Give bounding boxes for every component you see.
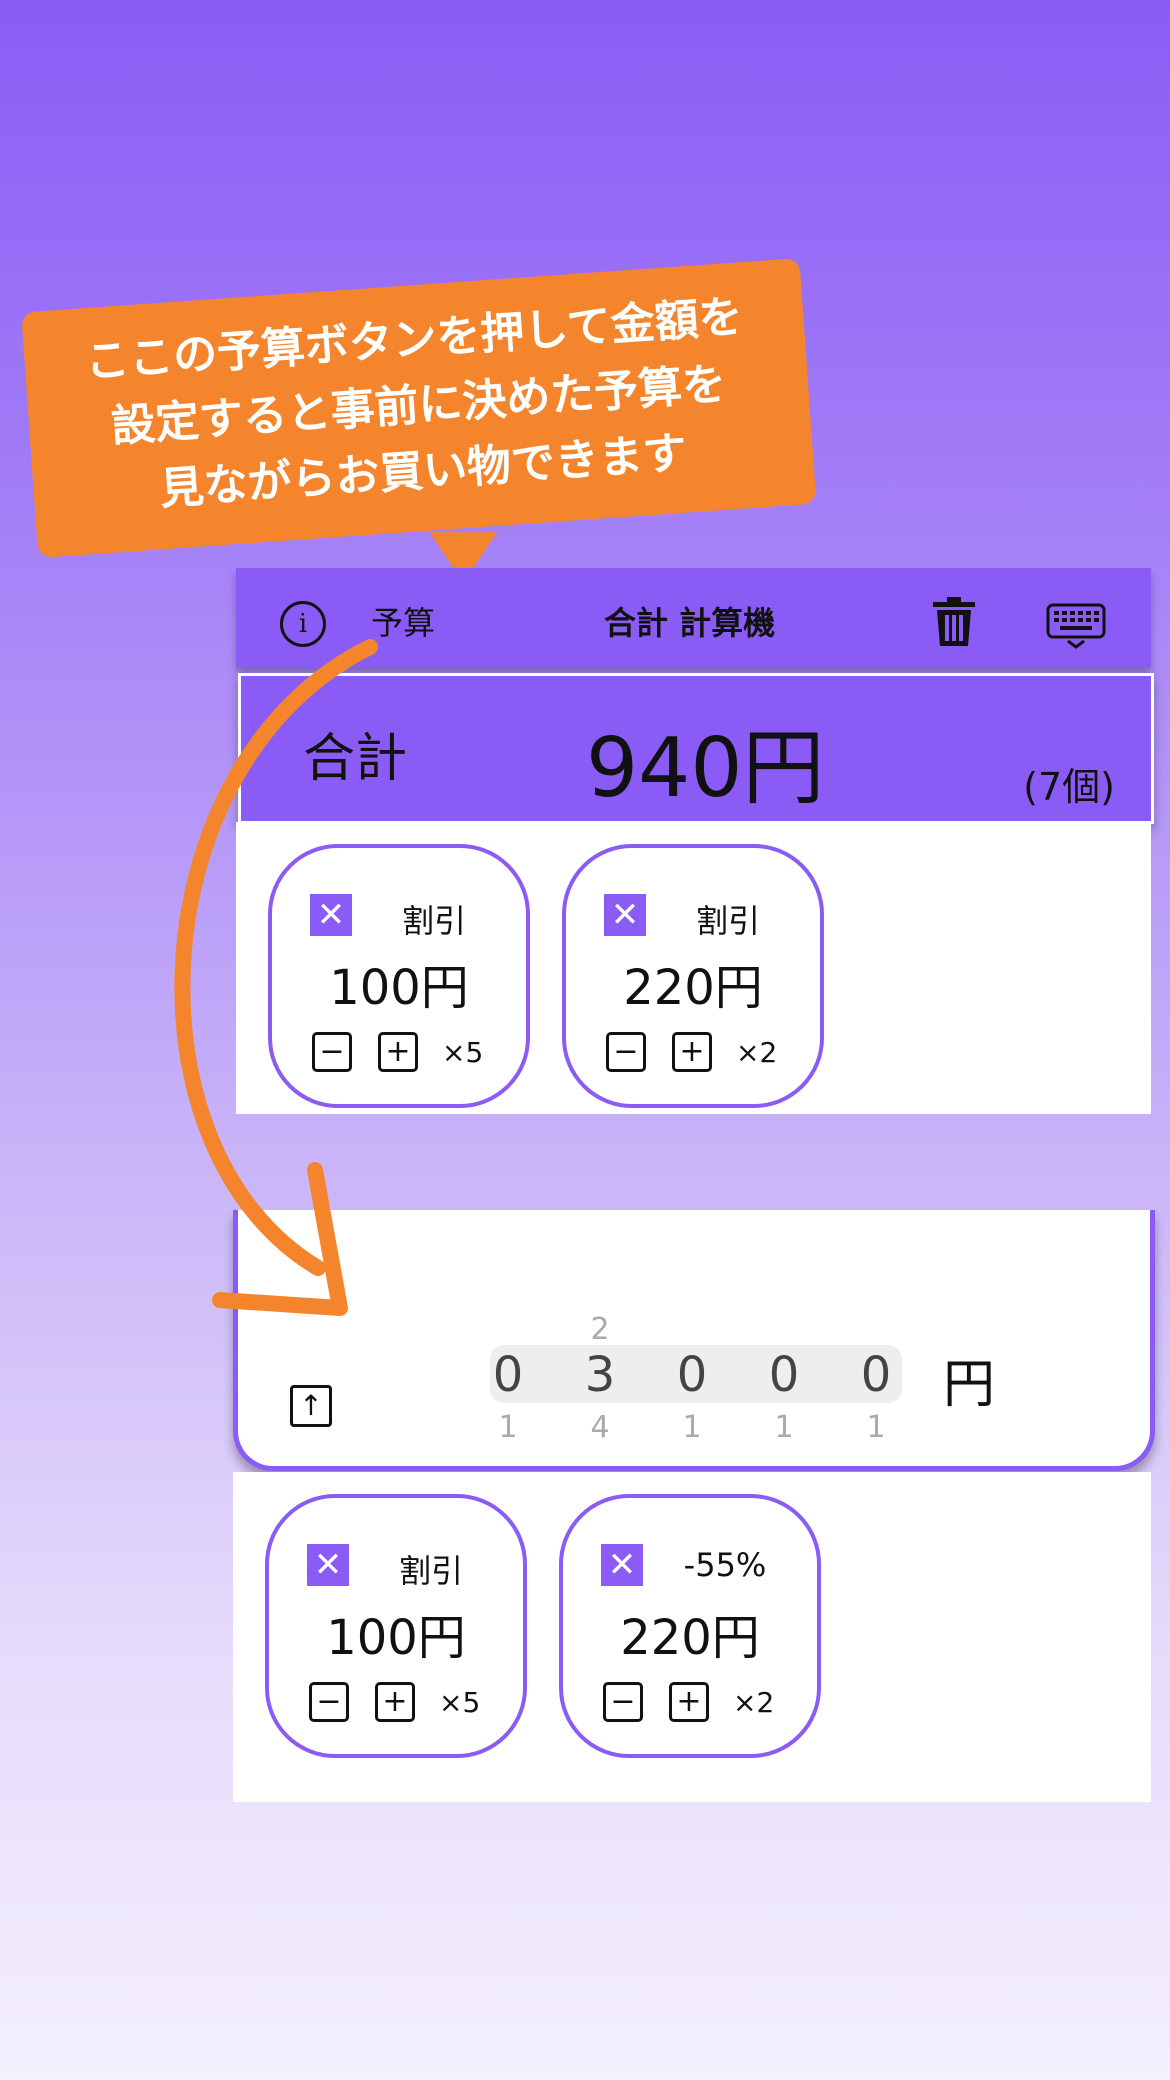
annotation-arrow <box>174 639 378 1316</box>
